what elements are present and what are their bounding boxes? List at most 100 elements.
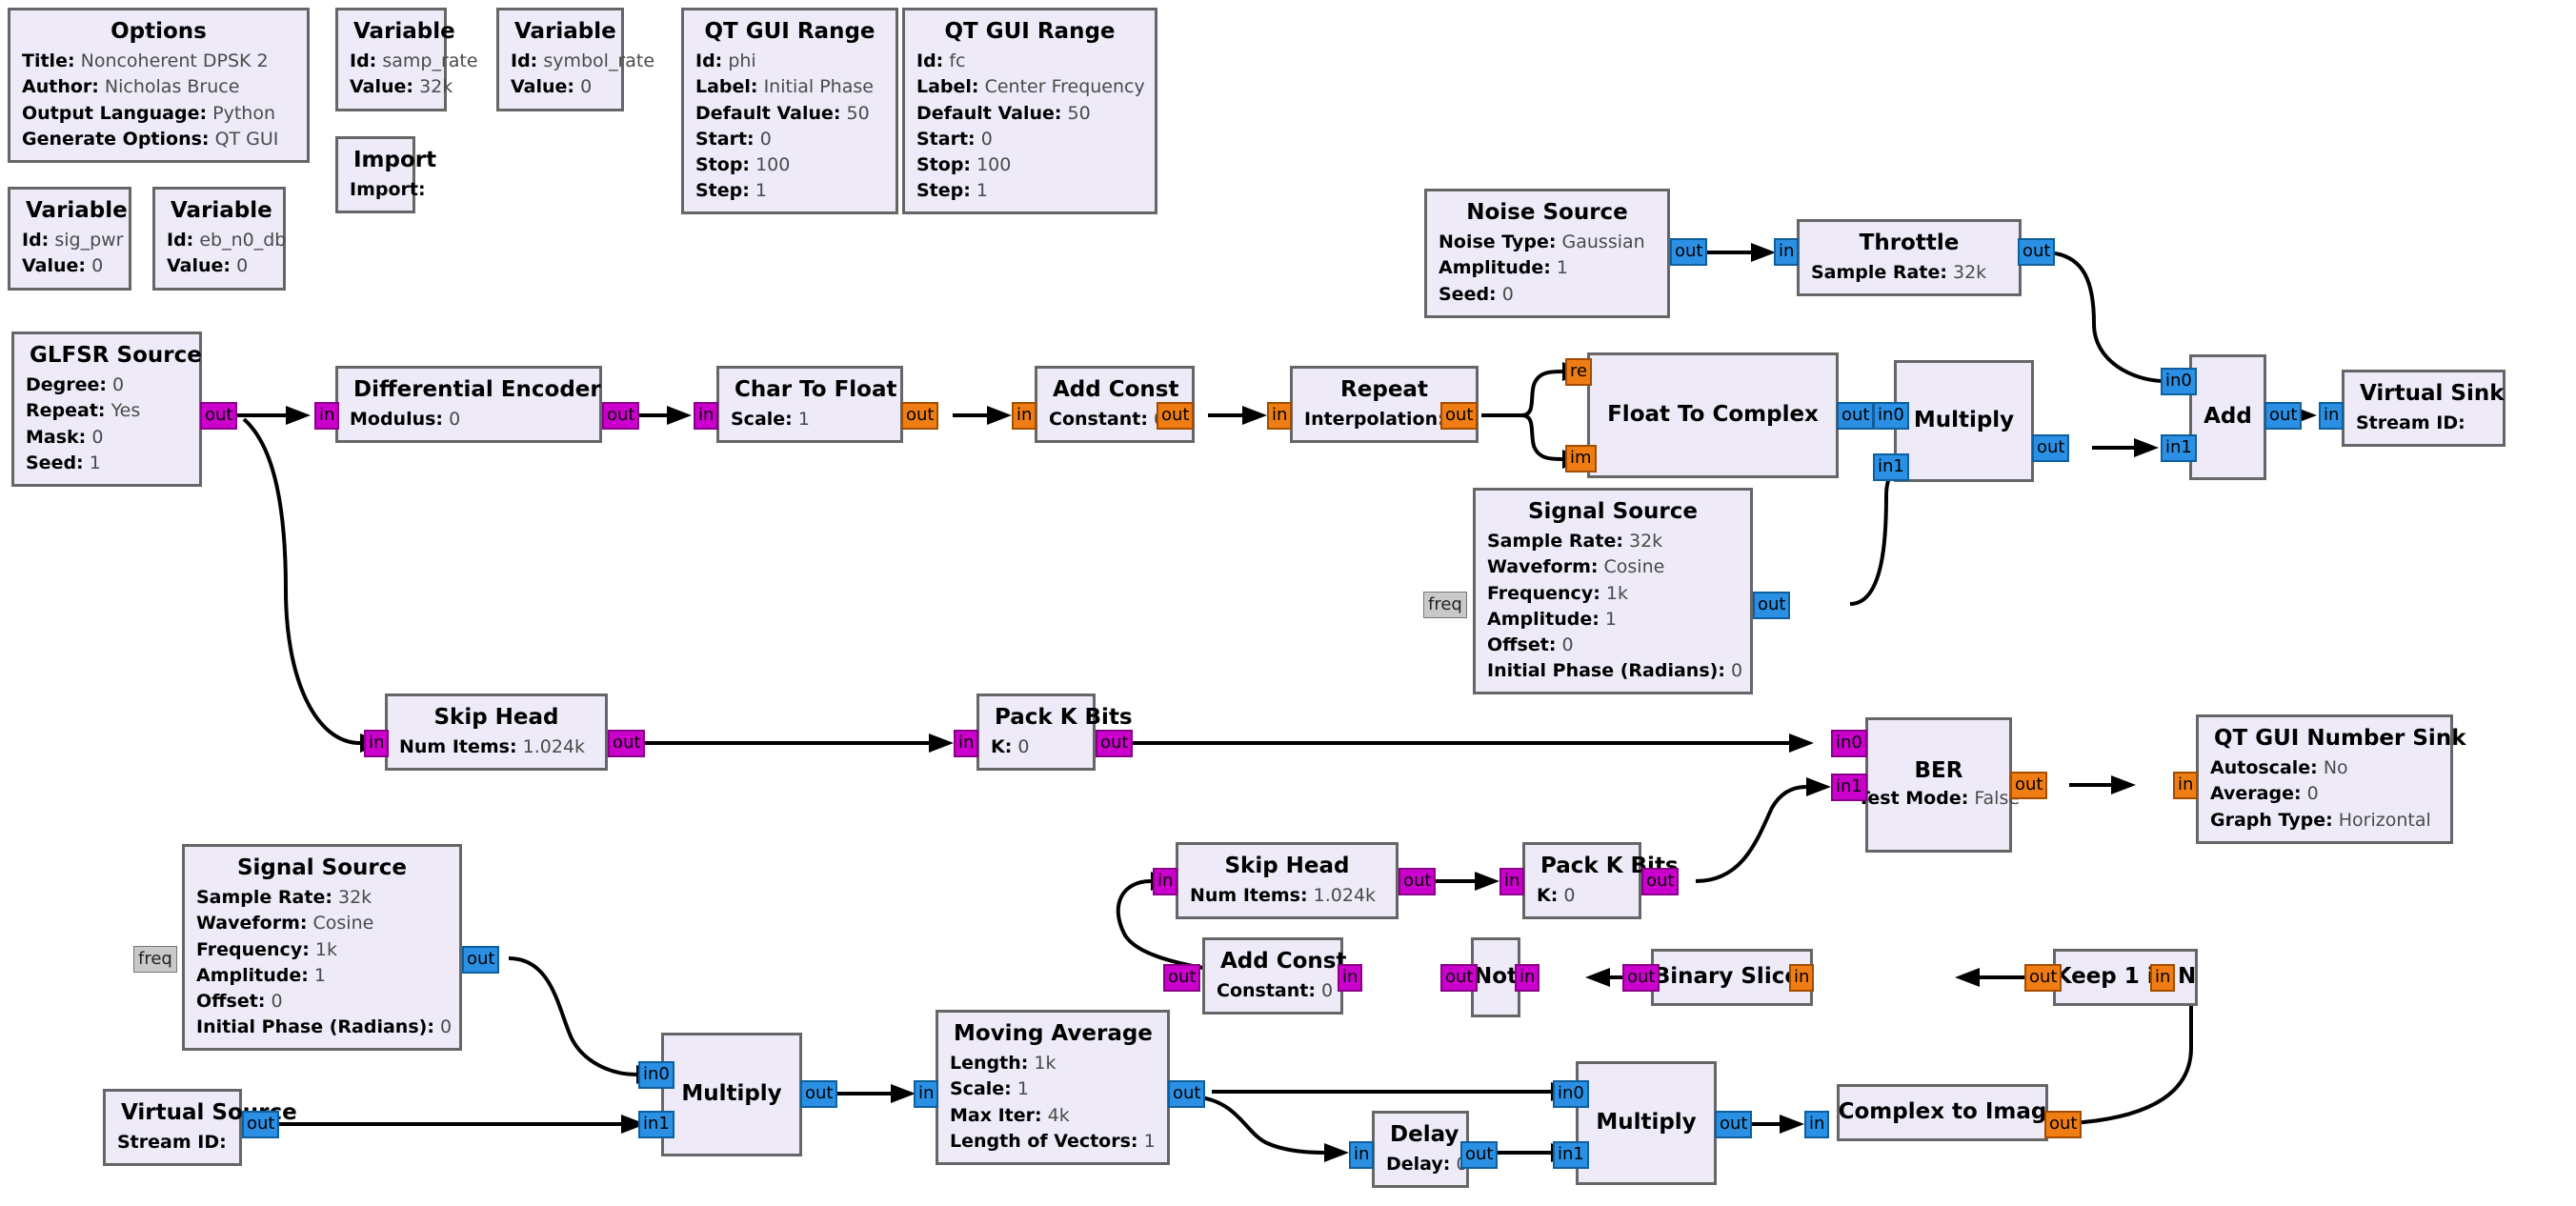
port-in-delay[interactable]: in [1349, 1141, 1375, 1169]
block-throttle[interactable]: Throttle Sample Rate: 32k [1797, 219, 2022, 297]
block-skip-head-top[interactable]: Skip Head Num Items: 1.024k [385, 693, 608, 772]
block-pack-k-bits-top[interactable]: Pack K Bits K: 0 [976, 693, 1133, 772]
port-out-char-to-float[interactable]: out [901, 402, 939, 430]
block-char-to-float[interactable]: Char To Float Scale: 1 [716, 366, 903, 444]
port-out-repeat[interactable]: out [1440, 402, 1479, 430]
port-out-skip-head-top[interactable]: out [608, 730, 646, 757]
block-ber[interactable]: BER Test Mode: False [1858, 717, 2020, 853]
port-in-throttle[interactable]: in [1774, 238, 1800, 266]
port-in0-multiply-mid[interactable]: in0 [638, 1061, 674, 1089]
block-noise-source[interactable]: Noise Source Noise Type: Gaussian Amplit… [1424, 189, 1670, 318]
block-signal-source-top[interactable]: Signal Source Sample Rate: 32k Waveform:… [1473, 488, 1753, 694]
block-import[interactable]: Import Import: [335, 136, 436, 214]
port-out-virtual-source[interactable]: out [242, 1111, 280, 1138]
block-delay[interactable]: Delay Delay: 0 [1372, 1111, 1469, 1189]
block-qt-gui-range-phi[interactable]: QT GUI Range Id: phi Label: Initial Phas… [681, 8, 898, 214]
port-in0-multiply-top[interactable]: in0 [1873, 402, 1909, 430]
param-row: Num Items: 1.024k [399, 736, 586, 758]
block-complex-to-imag[interactable]: Complex to Imag [1837, 1084, 2048, 1141]
msg-port-freq-signal-source-top[interactable]: freq [1423, 592, 1467, 618]
port-in1-multiply-mid[interactable]: in1 [638, 1111, 674, 1138]
port-out-pack-k-bits-bottom[interactable]: out [1641, 868, 1680, 895]
block-variable-sig-pwr[interactable]: Variable Id: sig_pwr Value: 0 [8, 187, 131, 291]
port-out-float-to-complex[interactable]: out [1837, 402, 1875, 430]
port-out-pack-k-bits-top[interactable]: out [1096, 730, 1134, 757]
port-im-float-to-complex[interactable]: im [1565, 445, 1597, 472]
port-out-add-top[interactable]: out [2264, 402, 2303, 430]
port-out-differential-encoder[interactable]: out [602, 402, 640, 430]
block-pack-k-bits-bottom[interactable]: Pack K Bits K: 0 [1522, 842, 1679, 920]
msg-port-freq-signal-source-bottom[interactable]: freq [133, 946, 177, 973]
block-variable-symbol-rate[interactable]: Variable Id: symbol_rate Value: 0 [496, 8, 654, 111]
port-in-qt-gui-number-sink[interactable]: in [2173, 772, 2199, 799]
block-title: Multiply [1913, 407, 2015, 432]
port-in0-multiply-bottom[interactable]: in0 [1553, 1080, 1589, 1108]
block-options[interactable]: Options Title: Noncoherent DPSK 2 Author… [8, 8, 310, 163]
block-multiply-top[interactable]: Multiply [1894, 360, 2034, 482]
block-variable-eb-n0-db[interactable]: Variable Id: eb_n0_db Value: 0 [152, 187, 286, 291]
block-signal-source-bottom[interactable]: Signal Source Sample Rate: 32k Waveform:… [182, 844, 462, 1051]
port-out-multiply-mid[interactable]: out [800, 1080, 838, 1108]
port-in-add-const-top[interactable]: in [1012, 402, 1037, 430]
port-out-add-const-bottom[interactable]: out [1163, 964, 1201, 992]
block-virtual-source[interactable]: Virtual Source Stream ID: [103, 1089, 297, 1167]
port-out-binary-slicer[interactable]: out [1622, 964, 1660, 992]
port-in-not[interactable]: in [1515, 964, 1540, 992]
port-out-delay[interactable]: out [1460, 1141, 1499, 1169]
port-in1-ber[interactable]: in1 [1831, 774, 1867, 801]
port-in0-add-top[interactable]: in0 [2161, 368, 2197, 395]
port-in1-multiply-bottom[interactable]: in1 [1553, 1141, 1589, 1169]
block-title: QT GUI Range [704, 19, 875, 44]
port-in-virtual-sink[interactable]: in [2319, 402, 2345, 430]
port-out-skip-head-bottom[interactable]: out [1399, 868, 1437, 895]
port-in1-add-top[interactable]: in1 [2161, 434, 2197, 462]
port-in-moving-average[interactable]: in [914, 1080, 939, 1108]
port-out-ber[interactable]: out [2010, 772, 2048, 799]
port-out-multiply-top[interactable]: out [2032, 434, 2070, 462]
port-in-complex-to-imag[interactable]: in [1804, 1111, 1830, 1138]
block-moving-average[interactable]: Moving Average Length: 1k Scale: 1 Max I… [936, 1010, 1170, 1165]
port-in-skip-head-bottom[interactable]: in [1153, 868, 1178, 895]
port-out-signal-source-bottom[interactable]: out [462, 946, 500, 974]
port-in-binary-slicer[interactable]: in [1789, 964, 1815, 992]
port-out-not[interactable]: out [1440, 964, 1479, 992]
block-keep-1-in-n[interactable]: Keep 1 in N [2053, 949, 2198, 1006]
port-in-pack-k-bits-top[interactable]: in [954, 730, 979, 757]
block-virtual-sink[interactable]: Virtual Sink Stream ID: [2342, 370, 2506, 448]
block-multiply-mid[interactable]: Multiply [661, 1033, 802, 1156]
port-re-float-to-complex[interactable]: re [1565, 358, 1593, 386]
block-add-top[interactable]: Add [2189, 354, 2266, 480]
port-out-multiply-bottom[interactable]: out [1715, 1111, 1753, 1138]
block-variable-samp-rate[interactable]: Variable Id: samp_rate Value: 32k [335, 8, 478, 111]
port-out-complex-to-imag[interactable]: out [2044, 1111, 2083, 1138]
port-in-differential-encoder[interactable]: in [314, 402, 340, 430]
block-qt-gui-range-fc[interactable]: QT GUI Range Id: fc Label: Center Freque… [902, 8, 1157, 214]
block-glfsr-source[interactable]: GLFSR Source Degree: 0 Repeat: Yes Mask:… [11, 332, 202, 487]
block-differential-encoder[interactable]: Differential Encoder Modulus: 0 [335, 366, 602, 444]
port-in-add-const-bottom[interactable]: in [1338, 964, 1363, 992]
block-float-to-complex[interactable]: Float To Complex [1587, 352, 1839, 478]
flowgraph-canvas[interactable]: Options Title: Noncoherent DPSK 2 Author… [0, 0, 2576, 1206]
port-out-glfsr-source[interactable]: out [200, 402, 238, 430]
port-out-keep-1-in-n[interactable]: out [2024, 964, 2063, 992]
port-out-add-const-top[interactable]: out [1157, 402, 1195, 430]
port-out-moving-average[interactable]: out [1168, 1080, 1206, 1108]
port-in-pack-k-bits-bottom[interactable]: in [1499, 868, 1525, 895]
block-not[interactable]: Not [1471, 937, 1520, 1017]
block-add-const-bottom[interactable]: Add Const Constant: 0 [1202, 937, 1346, 1015]
param-row: Degree: 0 [26, 374, 125, 396]
port-in0-ber[interactable]: in0 [1831, 730, 1867, 757]
port-in-skip-head-top[interactable]: in [364, 730, 390, 757]
block-qt-gui-number-sink[interactable]: QT GUI Number Sink Autoscale: No Average… [2196, 714, 2466, 844]
port-out-throttle[interactable]: out [2018, 238, 2056, 266]
port-in-char-to-float[interactable]: in [694, 402, 719, 430]
block-multiply-bottom[interactable]: Multiply [1576, 1061, 1717, 1185]
port-in-repeat[interactable]: in [1267, 402, 1293, 430]
port-in-keep-1-in-n[interactable]: in [2150, 964, 2176, 992]
block-skip-head-bottom[interactable]: Skip Head Num Items: 1.024k [1176, 842, 1399, 920]
port-in1-multiply-top[interactable]: in1 [1873, 453, 1909, 481]
param-row: Title: Noncoherent DPSK 2 [22, 50, 269, 72]
block-title: Pack K Bits [1540, 854, 1679, 878]
port-out-noise-source[interactable]: out [1670, 238, 1708, 266]
port-out-signal-source-top[interactable]: out [1753, 592, 1791, 619]
